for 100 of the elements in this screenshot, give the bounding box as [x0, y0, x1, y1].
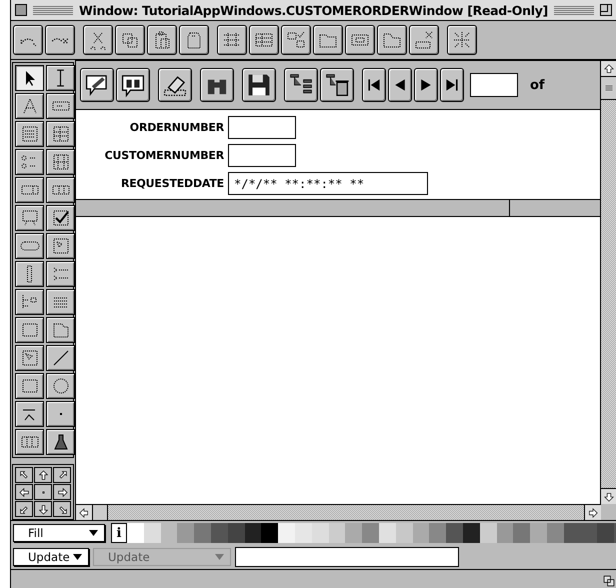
color-swatch[interactable] — [462, 523, 480, 543]
tool-button[interactable] — [46, 401, 75, 427]
delete-button[interactable] — [320, 68, 354, 102]
tool-button[interactable] — [15, 429, 44, 455]
insert-button[interactable] — [284, 68, 318, 102]
color-swatch[interactable] — [496, 523, 514, 543]
color-swatch[interactable] — [546, 523, 564, 543]
toolbar-button[interactable] — [409, 25, 439, 55]
nudge-button[interactable] — [34, 484, 52, 500]
clear-button[interactable] — [158, 68, 192, 102]
color-swatch[interactable] — [362, 523, 379, 543]
color-swatch[interactable] — [312, 523, 329, 543]
tool-button[interactable] — [15, 65, 44, 91]
color-swatch[interactable] — [278, 523, 295, 543]
color-swatch[interactable] — [244, 523, 262, 543]
find-button[interactable] — [200, 68, 234, 102]
tool-button[interactable] — [46, 429, 75, 455]
color-swatch[interactable] — [446, 523, 463, 543]
input-field[interactable] — [228, 144, 296, 167]
nudge-button[interactable] — [15, 501, 33, 517]
input-field[interactable]: */*/** **:**:** ** — [228, 172, 428, 195]
color-swatch[interactable] — [294, 523, 312, 543]
color-swatch[interactable] — [412, 523, 430, 543]
tool-button[interactable] — [15, 93, 44, 119]
toolbar-button[interactable] — [281, 25, 311, 55]
color-swatch[interactable] — [261, 523, 278, 543]
nudge-button[interactable] — [53, 501, 71, 517]
tool-button[interactable] — [46, 317, 75, 343]
tool-button[interactable] — [46, 93, 75, 119]
color-swatch[interactable] — [597, 523, 614, 543]
tool-button[interactable] — [15, 205, 44, 231]
nudge-button[interactable] — [34, 467, 52, 483]
tool-button[interactable] — [15, 149, 44, 175]
nudge-button[interactable] — [15, 467, 33, 483]
color-swatch[interactable] — [228, 523, 245, 543]
query-button[interactable] — [116, 68, 150, 102]
color-swatch[interactable] — [210, 523, 228, 543]
color-swatch[interactable] — [177, 523, 194, 543]
color-swatch[interactable] — [513, 523, 530, 543]
toolbar-button[interactable] — [345, 25, 375, 55]
record-number-field[interactable] — [470, 73, 518, 97]
tool-button[interactable] — [46, 177, 75, 203]
nudge-button[interactable] — [53, 467, 71, 483]
toolbar-button[interactable] — [313, 25, 343, 55]
color-swatch[interactable] — [396, 523, 413, 543]
tool-button[interactable] — [46, 289, 75, 315]
toolbar-button[interactable] — [83, 25, 113, 55]
tool-button[interactable] — [15, 233, 44, 259]
last-record-button[interactable] — [440, 68, 464, 102]
tool-button[interactable] — [46, 373, 75, 399]
tool-button[interactable] — [15, 317, 44, 343]
color-swatch[interactable] — [328, 523, 346, 543]
tool-button[interactable] — [15, 177, 44, 203]
edit-button[interactable] — [80, 68, 114, 102]
vertical-scrollbar[interactable] — [600, 61, 616, 504]
next-record-button[interactable] — [414, 68, 438, 102]
color-swatch[interactable] — [530, 523, 547, 543]
save-button[interactable] — [242, 68, 276, 102]
tool-button[interactable] — [46, 345, 75, 371]
input-field[interactable] — [235, 547, 459, 567]
input-field[interactable] — [228, 116, 296, 139]
info-button[interactable]: i — [111, 523, 127, 543]
toolbar-button[interactable] — [45, 25, 75, 55]
nudge-button[interactable] — [34, 501, 52, 517]
color-swatch[interactable] — [429, 523, 446, 543]
color-swatch[interactable] — [564, 523, 581, 543]
scroll-thumb[interactable] — [93, 505, 108, 520]
update-dropdown[interactable]: Update — [13, 548, 89, 566]
fill-dropdown[interactable]: Fill — [13, 524, 105, 542]
color-swatch[interactable] — [160, 523, 178, 543]
tool-button[interactable] — [46, 261, 75, 287]
toolbar-button[interactable] — [377, 25, 407, 55]
toolbar-button[interactable] — [179, 25, 209, 55]
first-record-button[interactable] — [362, 68, 386, 102]
color-swatch[interactable] — [378, 523, 396, 543]
tool-button[interactable] — [46, 233, 75, 259]
tool-button[interactable] — [15, 345, 44, 371]
toolbar-button[interactable] — [447, 25, 477, 55]
color-swatch[interactable] — [194, 523, 211, 543]
tool-button[interactable] — [46, 149, 75, 175]
toolbar-button[interactable] — [147, 25, 177, 55]
tool-button[interactable] — [46, 205, 75, 231]
tool-button[interactable] — [15, 289, 44, 315]
zoom-box-icon[interactable] — [600, 4, 612, 16]
nudge-button[interactable] — [53, 484, 71, 500]
tool-button[interactable] — [15, 373, 44, 399]
nudge-button[interactable] — [15, 484, 33, 500]
tool-button[interactable] — [46, 121, 75, 147]
horizontal-scrollbar[interactable] — [76, 504, 601, 520]
tool-button[interactable] — [15, 401, 44, 427]
color-swatch[interactable] — [144, 523, 161, 543]
toolbar-button[interactable] — [217, 25, 247, 55]
color-swatch[interactable] — [345, 523, 362, 543]
toolbar-button[interactable] — [249, 25, 279, 55]
toolbar-button[interactable] — [115, 25, 145, 55]
previous-record-button[interactable] — [388, 68, 412, 102]
toolbar-button[interactable] — [13, 25, 43, 55]
tool-button[interactable] — [15, 121, 44, 147]
color-swatch[interactable] — [580, 523, 598, 543]
tool-button[interactable] — [46, 65, 75, 91]
